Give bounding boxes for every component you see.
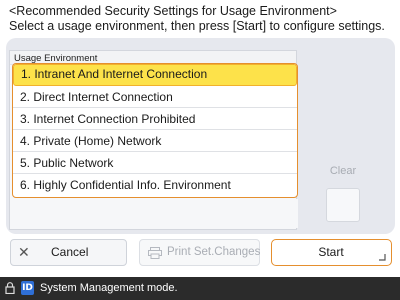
clear-label: Clear bbox=[329, 165, 357, 177]
close-icon: ✕ bbox=[18, 244, 30, 260]
start-button[interactable]: Start bbox=[271, 239, 392, 266]
print-icon bbox=[148, 247, 162, 259]
page-instruction: Select a usage environment, then press [… bbox=[9, 19, 385, 33]
cancel-button[interactable]: ✕ Cancel bbox=[10, 239, 127, 266]
list-item-internet-prohibited[interactable]: 3. Internet Connection Prohibited bbox=[13, 108, 297, 130]
page-title: <Recommended Security Settings for Usage… bbox=[9, 4, 337, 18]
header: <Recommended Security Settings for Usage… bbox=[9, 4, 397, 34]
print-settings-changes-button[interactable]: Print Set.Changes bbox=[139, 239, 260, 266]
list-item-public-network[interactable]: 5. Public Network bbox=[13, 152, 297, 174]
list-empty-space bbox=[12, 199, 298, 228]
start-label: Start bbox=[318, 245, 344, 259]
list-item-direct-internet[interactable]: 2. Direct Internet Connection bbox=[13, 86, 297, 108]
status-bar: ID System Management mode. bbox=[0, 277, 400, 300]
status-text: System Management mode. bbox=[40, 282, 178, 294]
print-label: Print Set.Changes bbox=[167, 246, 261, 258]
id-badge: ID bbox=[21, 281, 34, 295]
list-item-highly-confidential[interactable]: 6. Highly Confidential Info. Environment bbox=[13, 174, 297, 196]
enter-corner-icon bbox=[379, 254, 386, 261]
options-frame: 1. Intranet And Internet Connection 2. D… bbox=[12, 63, 298, 198]
list-item-intranet-and-internet[interactable]: 1. Intranet And Internet Connection bbox=[13, 64, 297, 86]
lock-icon bbox=[5, 282, 15, 294]
list-item-private-home-network[interactable]: 4. Private (Home) Network bbox=[13, 130, 297, 152]
clear-button[interactable] bbox=[326, 188, 360, 222]
cancel-label: Cancel bbox=[51, 245, 89, 259]
